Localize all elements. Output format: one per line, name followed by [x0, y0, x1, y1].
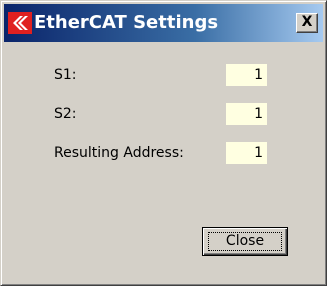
s2-label: S2:	[54, 106, 77, 122]
title-bar[interactable]: EtherCAT Settings X	[4, 4, 323, 42]
close-window-button[interactable]: X	[296, 13, 318, 33]
close-icon: X	[301, 14, 313, 30]
close-button-label: Close	[225, 233, 265, 249]
ethercat-settings-dialog: EtherCAT Settings X S1: 1 S2: 1 Resultin…	[0, 0, 327, 286]
resulting-address-label: Resulting Address:	[54, 145, 184, 161]
window-title: EtherCAT Settings	[34, 12, 219, 33]
s1-value: 1	[226, 64, 267, 86]
close-button[interactable]: Close	[202, 227, 288, 256]
s2-value: 1	[226, 103, 267, 125]
resulting-address-value: 1	[226, 142, 267, 164]
ethercat-logo-icon	[8, 12, 32, 34]
s1-label: S1:	[54, 67, 77, 83]
